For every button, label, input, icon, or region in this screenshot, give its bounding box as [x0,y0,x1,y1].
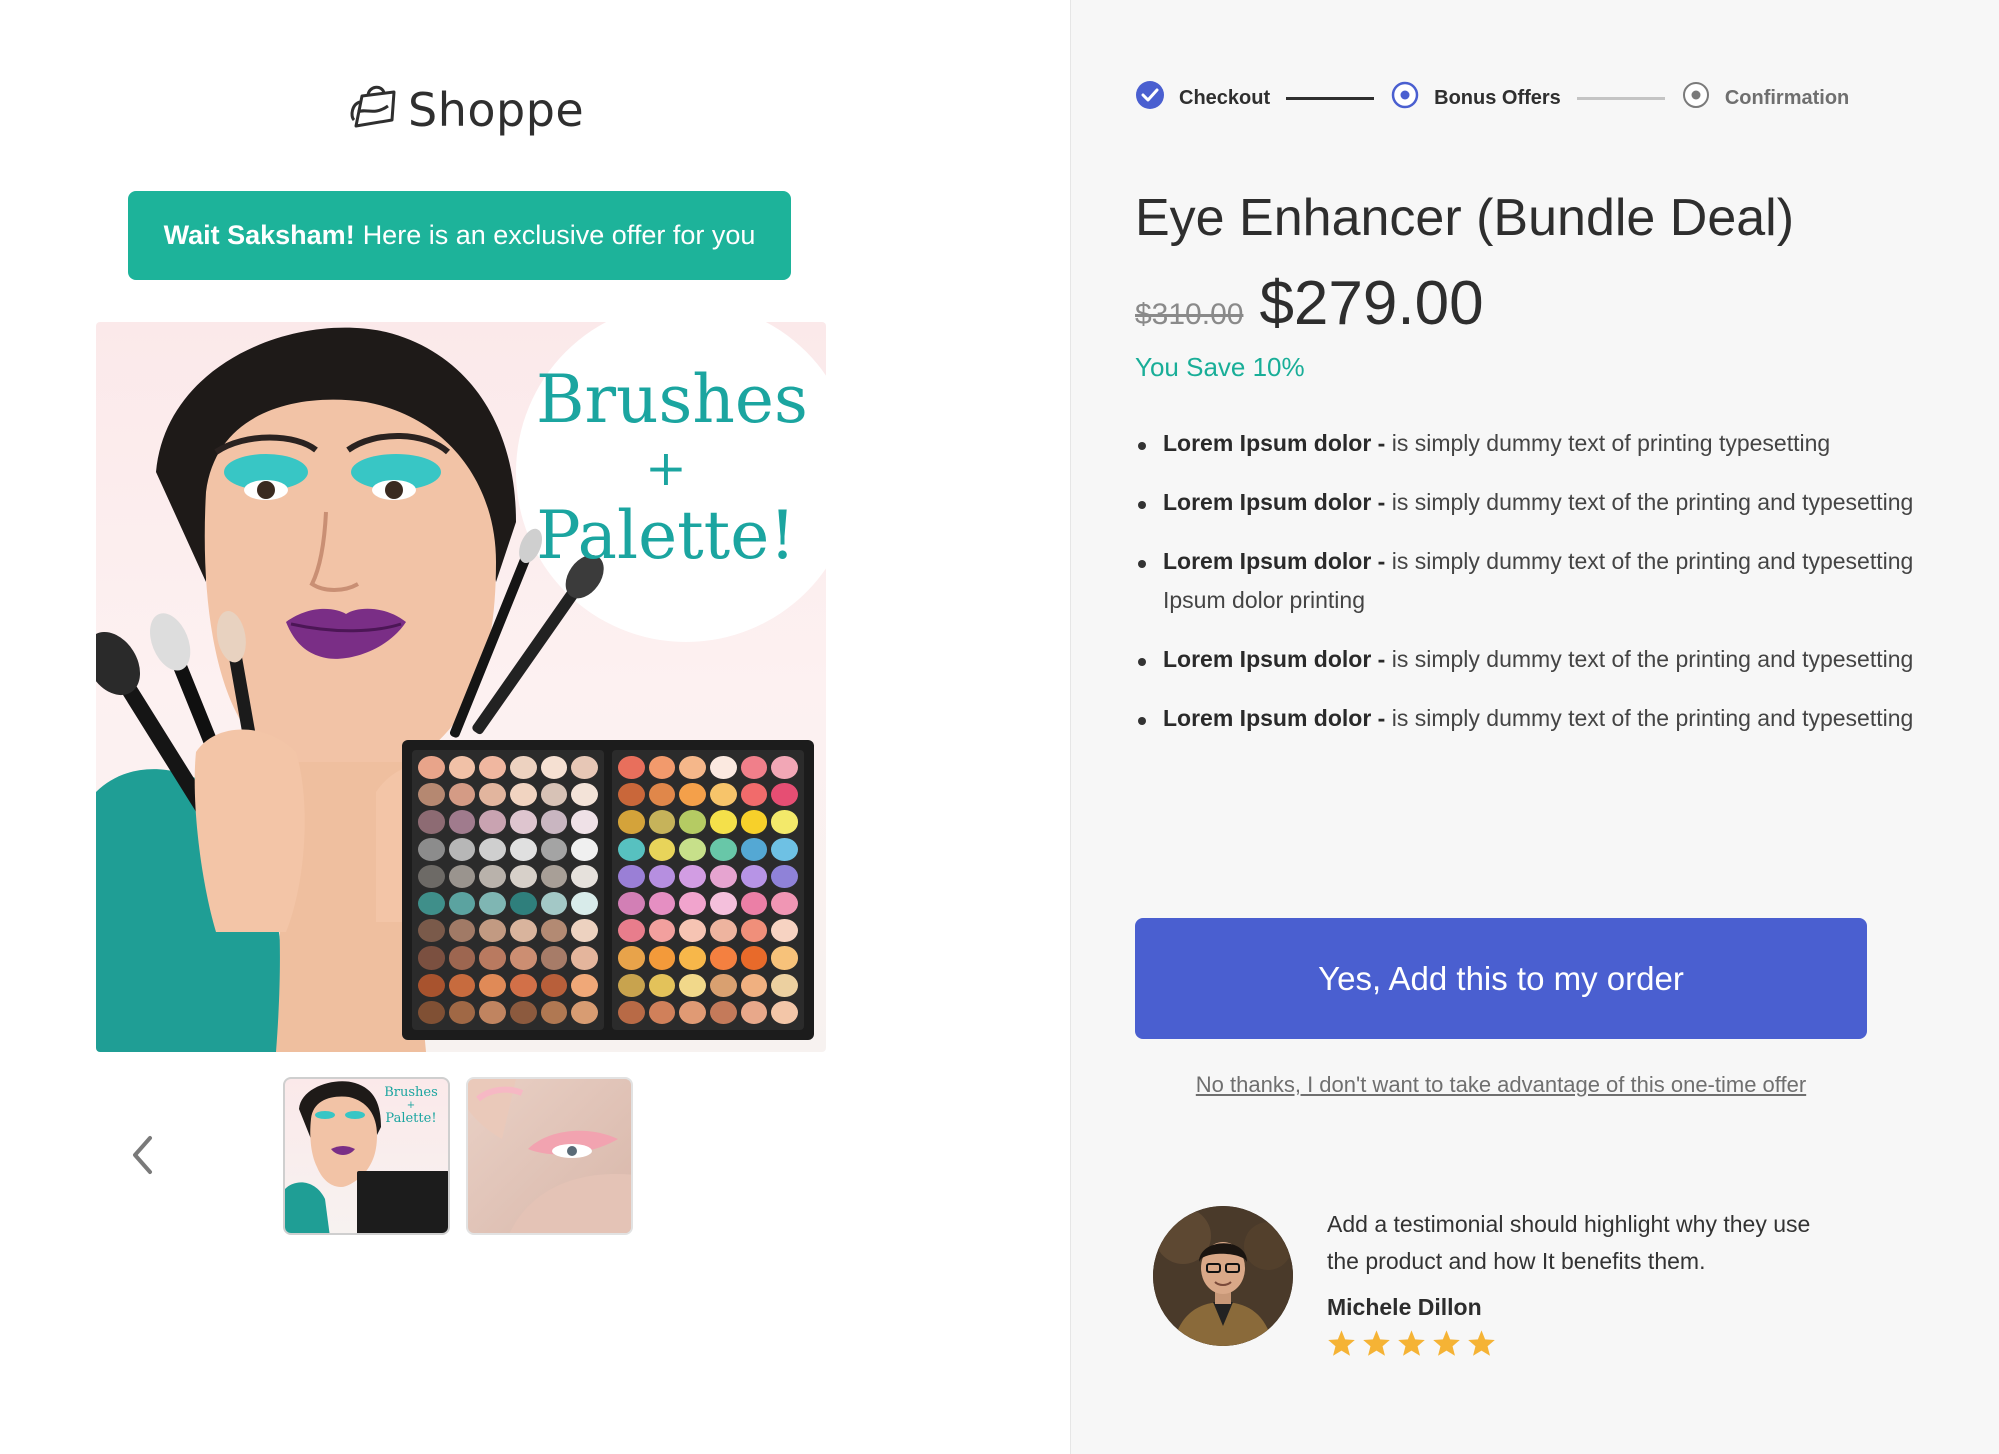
testimonial-author: Michele Dillon [1327,1294,1482,1320]
thumbnail-1[interactable]: Brushes + Palette! [283,1077,450,1235]
star-rating [1327,1329,1847,1362]
gallery-thumbnails: Brushes + Palette! [283,1077,633,1235]
thumbnail-1-caption-line-1: Brushes [384,1085,438,1100]
thumbnail-1-caption: Brushes + Palette! [380,1085,442,1126]
step-bonus-offers-label: Bonus Offers [1434,86,1561,109]
feature-text: is simply dummy text of printing typeset… [1385,430,1831,456]
price-row: $310.00 $279.00 [1135,268,1484,339]
gallery-prev-button[interactable] [124,1132,160,1182]
testimonial-body: Add a testimonial should highlight why t… [1327,1206,1847,1362]
feature-title: Lorem Ipsum dolor - [1163,705,1386,731]
offer-banner: Wait Saksham! Here is an exclusive offer… [128,191,791,280]
thumbnail-1-caption-line-3: Palette! [385,1111,437,1126]
star-icon [1397,1329,1426,1362]
star-icon [1467,1329,1496,1362]
star-icon [1327,1329,1356,1362]
feature-item: Lorem Ipsum dolor - is simply dummy text… [1135,483,1935,522]
testimonial-quote: Add a testimonial should highlight why t… [1327,1211,1811,1274]
upcoming-step-icon [1681,80,1711,116]
feature-title: Lorem Ipsum dolor - [1163,646,1386,672]
hero-line-1: Brushes [536,361,808,438]
avatar [1153,1206,1293,1346]
thumbnail-1-caption-line-2: + [406,1100,416,1111]
step-bonus-offers: Bonus Offers [1390,80,1561,116]
palette-half-right [612,750,804,1030]
check-circle-icon [1135,80,1165,116]
offer-details-panel: Checkout Bonus Offers Confirmation Eye E… [1070,0,1999,1454]
decline-offer-link[interactable]: No thanks, I don't want to take advantag… [1135,1072,1867,1098]
step-checkout-label: Checkout [1179,86,1271,109]
hero-line-3: Palette! [536,497,796,574]
upsell-page: Shoppe Wait Saksham! Here is an exclusiv… [0,0,1999,1454]
palette-half-left [412,750,604,1030]
current-step-icon [1390,80,1420,116]
feature-title: Lorem Ipsum dolor - [1163,430,1386,456]
feature-item: Lorem Ipsum dolor - is simply dummy text… [1135,699,1935,738]
step-connector-2 [1576,96,1665,100]
feature-item: Lorem Ipsum dolor - is simply dummy text… [1135,424,1935,463]
feature-text: is simply dummy text of the printing and… [1385,646,1914,672]
step-connector-1 [1286,96,1375,100]
add-to-order-button[interactable]: Yes, Add this to my order [1135,918,1867,1039]
star-icon [1432,1329,1461,1362]
eyeshadow-palette [402,740,814,1040]
hero-product-image: Brushes + Palette! [96,322,826,1052]
checkout-progress: Checkout Bonus Offers Confirmation [1135,80,1849,116]
savings-label: You Save 10% [1135,352,1305,382]
step-checkout: Checkout [1135,80,1270,116]
thumbnail-2[interactable] [466,1077,633,1235]
product-gallery-panel: Shoppe Wait Saksham! Here is an exclusiv… [0,0,1070,1454]
shopping-bag-icon [348,82,400,137]
brand-logo[interactable]: Shoppe [348,82,584,137]
banner-message: Here is an exclusive offer for you [362,220,756,250]
sale-price: $279.00 [1259,269,1484,338]
feature-text: is simply dummy text of the printing and… [1385,705,1914,731]
chevron-left-icon [130,1135,154,1180]
hero-headline: Brushes + Palette! [536,361,808,574]
feature-list: Lorem Ipsum dolor - is simply dummy text… [1135,424,1935,758]
feature-item: Lorem Ipsum dolor - is simply dummy text… [1135,542,1935,620]
original-price: $310.00 [1135,298,1244,331]
product-title: Eye Enhancer (Bundle Deal) [1135,189,1795,247]
thumbnail-2-image [468,1079,631,1233]
feature-title: Lorem Ipsum dolor - [1163,489,1386,515]
testimonial: Add a testimonial should highlight why t… [1153,1206,1847,1362]
feature-title: Lorem Ipsum dolor - [1163,548,1386,574]
brand-name: Shoppe [408,82,585,137]
step-confirmation: Confirmation [1681,80,1849,116]
feature-item: Lorem Ipsum dolor - is simply dummy text… [1135,640,1935,679]
banner-greeting: Wait Saksham! [163,220,355,250]
star-icon [1362,1329,1391,1362]
hero-line-2: + [645,439,687,497]
feature-text: is simply dummy text of the printing and… [1385,489,1914,515]
step-confirmation-label: Confirmation [1724,86,1850,109]
